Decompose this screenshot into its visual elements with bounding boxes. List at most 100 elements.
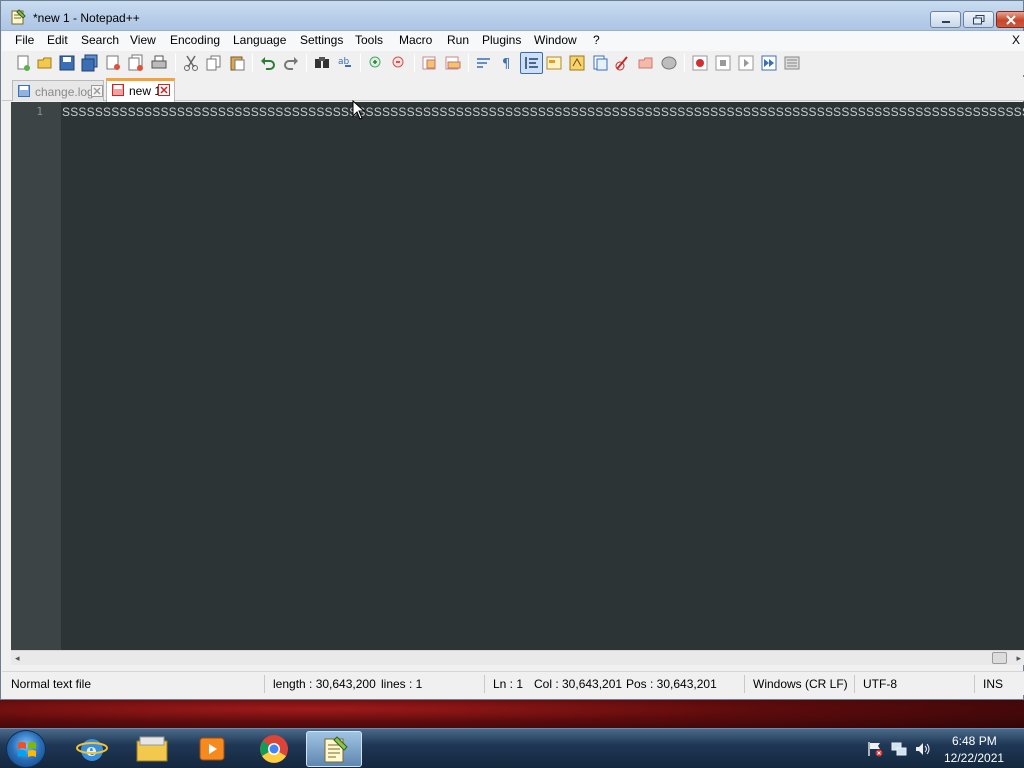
sync-vertical-icon[interactable] bbox=[421, 54, 439, 72]
notepadpp-taskbar-icon bbox=[324, 736, 348, 763]
status-separator bbox=[974, 675, 975, 693]
sync-horizontal-icon[interactable] bbox=[444, 54, 462, 72]
close-icon bbox=[1006, 14, 1016, 25]
column-position-label[interactable]: Col : 30,643,201 bbox=[534, 677, 622, 691]
clock-time[interactable]: 6:48 PM bbox=[952, 734, 997, 748]
replace-icon[interactable]: ab bbox=[336, 54, 354, 72]
notepadpp-window: *new 1 - Notepad++ File Edit Search View… bbox=[0, 0, 1024, 700]
menu-edit[interactable]: Edit bbox=[47, 33, 68, 47]
menu-plugins[interactable]: Plugins bbox=[482, 33, 521, 47]
taskbar-internet-explorer[interactable]: e bbox=[64, 731, 120, 767]
menu-tools[interactable]: Tools bbox=[355, 33, 383, 47]
save-macro-icon[interactable] bbox=[783, 54, 801, 72]
toolbar-separator bbox=[684, 54, 685, 72]
record-macro-icon[interactable] bbox=[691, 54, 709, 72]
char-position-label[interactable]: Pos : 30,643,201 bbox=[626, 677, 717, 691]
close-tab-icon[interactable] bbox=[91, 85, 103, 97]
unsaved-file-icon bbox=[112, 84, 124, 96]
eol-format-label[interactable]: Windows (CR LF) bbox=[753, 677, 848, 691]
indent-guide-icon bbox=[525, 57, 538, 69]
redo-icon[interactable] bbox=[282, 54, 300, 72]
zoom-out-icon[interactable] bbox=[390, 54, 408, 72]
word-wrap-icon[interactable] bbox=[475, 54, 493, 72]
internet-explorer-icon: e bbox=[76, 739, 108, 761]
menu-macro[interactable]: Macro bbox=[399, 33, 432, 47]
notepadpp-app-icon[interactable] bbox=[10, 9, 26, 25]
save-all-icon[interactable] bbox=[81, 54, 99, 72]
scroll-left-icon[interactable]: ◂ bbox=[15, 653, 20, 664]
menu-view[interactable]: View bbox=[130, 33, 156, 47]
minimize-button[interactable] bbox=[930, 11, 961, 28]
save-icon[interactable] bbox=[58, 54, 76, 72]
close-tab-icon[interactable] bbox=[158, 84, 170, 96]
volume-icon[interactable] bbox=[914, 741, 932, 757]
close-all-icon[interactable] bbox=[127, 54, 145, 72]
scroll-right-icon[interactable]: ▸ bbox=[1016, 653, 1021, 664]
menu-help[interactable]: ? bbox=[593, 33, 600, 47]
encoding-label[interactable]: UTF-8 bbox=[863, 677, 897, 691]
svg-text:¶: ¶ bbox=[502, 57, 510, 72]
indent-guide-button-active[interactable] bbox=[520, 52, 543, 74]
copy-icon[interactable] bbox=[205, 54, 223, 72]
find-icon[interactable] bbox=[313, 54, 331, 72]
menu-language[interactable]: Language bbox=[233, 33, 286, 47]
mouse-cursor-icon bbox=[352, 100, 366, 120]
run-macro-multiple-icon[interactable] bbox=[760, 54, 778, 72]
show-all-characters-icon[interactable]: ¶ bbox=[498, 54, 516, 72]
horizontal-scrollbar[interactable]: ◂ ▸ bbox=[11, 650, 1024, 665]
tab-label: new 1 bbox=[129, 84, 162, 98]
minimize-icon bbox=[941, 20, 950, 23]
folder-icon[interactable] bbox=[637, 54, 655, 72]
saved-file-icon bbox=[18, 85, 30, 97]
paste-icon[interactable] bbox=[228, 54, 246, 72]
line-position-label[interactable]: Ln : 1 bbox=[493, 677, 523, 691]
function-list-icon[interactable] bbox=[591, 54, 609, 72]
taskbar-chrome[interactable] bbox=[246, 731, 302, 767]
chrome-icon bbox=[260, 735, 288, 763]
document-map-icon[interactable] bbox=[568, 54, 586, 72]
user-language-icon[interactable] bbox=[545, 54, 563, 72]
menu-window[interactable]: Window bbox=[534, 33, 577, 47]
title-bar[interactable]: *new 1 - Notepad++ bbox=[1, 1, 1024, 31]
tab-change-log[interactable]: change.log bbox=[12, 80, 104, 101]
taskbar-file-explorer[interactable] bbox=[124, 731, 180, 767]
action-center-flag-icon[interactable] bbox=[866, 741, 884, 757]
stop-macro-icon[interactable] bbox=[714, 54, 732, 72]
close-document-button[interactable]: X bbox=[1012, 33, 1020, 47]
folder-explorer-icon bbox=[136, 736, 168, 762]
print-icon[interactable] bbox=[150, 54, 168, 72]
cut-icon[interactable] bbox=[182, 54, 200, 72]
menu-run[interactable]: Run bbox=[447, 33, 469, 47]
toolbar-separator bbox=[175, 54, 176, 72]
restore-button[interactable] bbox=[963, 11, 994, 28]
menu-search[interactable]: Search bbox=[81, 33, 119, 47]
start-button[interactable] bbox=[6, 730, 46, 768]
folder-as-workspace-icon[interactable] bbox=[614, 54, 632, 72]
close-button[interactable] bbox=[996, 11, 1024, 28]
menu-encoding[interactable]: Encoding bbox=[170, 33, 220, 47]
scrollbar-thumb[interactable] bbox=[992, 652, 1007, 664]
open-file-icon[interactable] bbox=[36, 54, 54, 72]
status-separator bbox=[744, 675, 745, 693]
taskbar-notepad-plus-plus[interactable] bbox=[306, 731, 362, 767]
clock-date[interactable]: 12/22/2021 bbox=[944, 751, 1004, 765]
menu-settings[interactable]: Settings bbox=[300, 33, 343, 47]
play-macro-icon[interactable] bbox=[737, 54, 755, 72]
tab-new-1[interactable]: new 1 bbox=[106, 78, 175, 102]
editor-area[interactable]: 1 SSSSSSSSSSSSSSSSSSSSSSSSSSSSSSSSSSSSSS… bbox=[11, 102, 1024, 650]
close-file-icon[interactable] bbox=[104, 54, 122, 72]
editor-line[interactable]: SSSSSSSSSSSSSSSSSSSSSSSSSSSSSSSSSSSSSSSS… bbox=[62, 105, 1024, 119]
toolbar-separator bbox=[252, 54, 253, 72]
network-icon[interactable] bbox=[890, 741, 908, 757]
menu-file[interactable]: File bbox=[15, 33, 34, 47]
new-file-icon[interactable] bbox=[14, 54, 32, 72]
undo-icon[interactable] bbox=[259, 54, 277, 72]
line-number: 1 bbox=[36, 105, 43, 118]
zoom-in-icon[interactable] bbox=[367, 54, 385, 72]
monitoring-icon[interactable] bbox=[660, 54, 678, 72]
insert-mode-label[interactable]: INS bbox=[983, 677, 1003, 691]
menu-bar: File Edit Search View Encoding Language … bbox=[2, 31, 1024, 51]
taskbar: e 6:48 PM 12/22/2021 bbox=[0, 728, 1024, 768]
tab-bar: change.log new 1 bbox=[2, 77, 1024, 102]
taskbar-media-player[interactable] bbox=[184, 731, 240, 767]
